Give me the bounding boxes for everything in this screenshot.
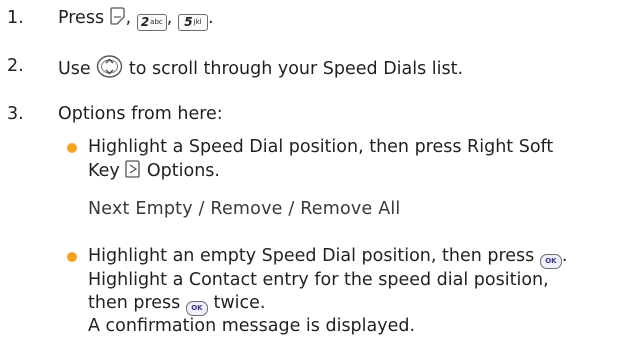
navigation-key-icon — [97, 55, 123, 78]
step-number: 1. — [7, 8, 24, 28]
bullet-icon — [67, 252, 77, 262]
bullet-2-line-3: then press OK twice. — [88, 292, 265, 316]
left-soft-key-icon — [109, 7, 125, 25]
bullet-1-line-2: Key Options. — [88, 160, 220, 181]
bullet-2-line-4: A confirmation message is displayed. — [88, 316, 416, 336]
step-number: 2. — [7, 56, 24, 76]
options-list: Next Empty / Remove / Remove All — [88, 199, 401, 219]
ok-key-icon: OK — [539, 253, 562, 269]
bullet-2-line-1: Highlight an empty Speed Dial position, … — [88, 245, 567, 269]
instruction-page: 1. Press , 2 abc, 5 jkl. 2. Use to scroll … — [0, 0, 630, 359]
key-5-icon: 5 jkl — [177, 13, 208, 31]
right-soft-key-icon — [125, 160, 140, 178]
step-text: Use to scroll through your Speed Dials l… — [58, 55, 463, 80]
ok-key-icon: OK — [185, 300, 208, 316]
key-2-icon: 2 abc — [136, 13, 167, 31]
step-text: Press , 2 abc, 5 jkl. — [58, 7, 214, 31]
step-number: 3. — [7, 104, 24, 124]
bullet-2-line-2: Highlight a Contact entry for the speed … — [88, 270, 549, 290]
bullet-icon — [67, 143, 77, 153]
step-text: Options from here: — [58, 104, 223, 124]
bullet-1-line-1: Highlight a Speed Dial position, then pr… — [88, 137, 554, 157]
